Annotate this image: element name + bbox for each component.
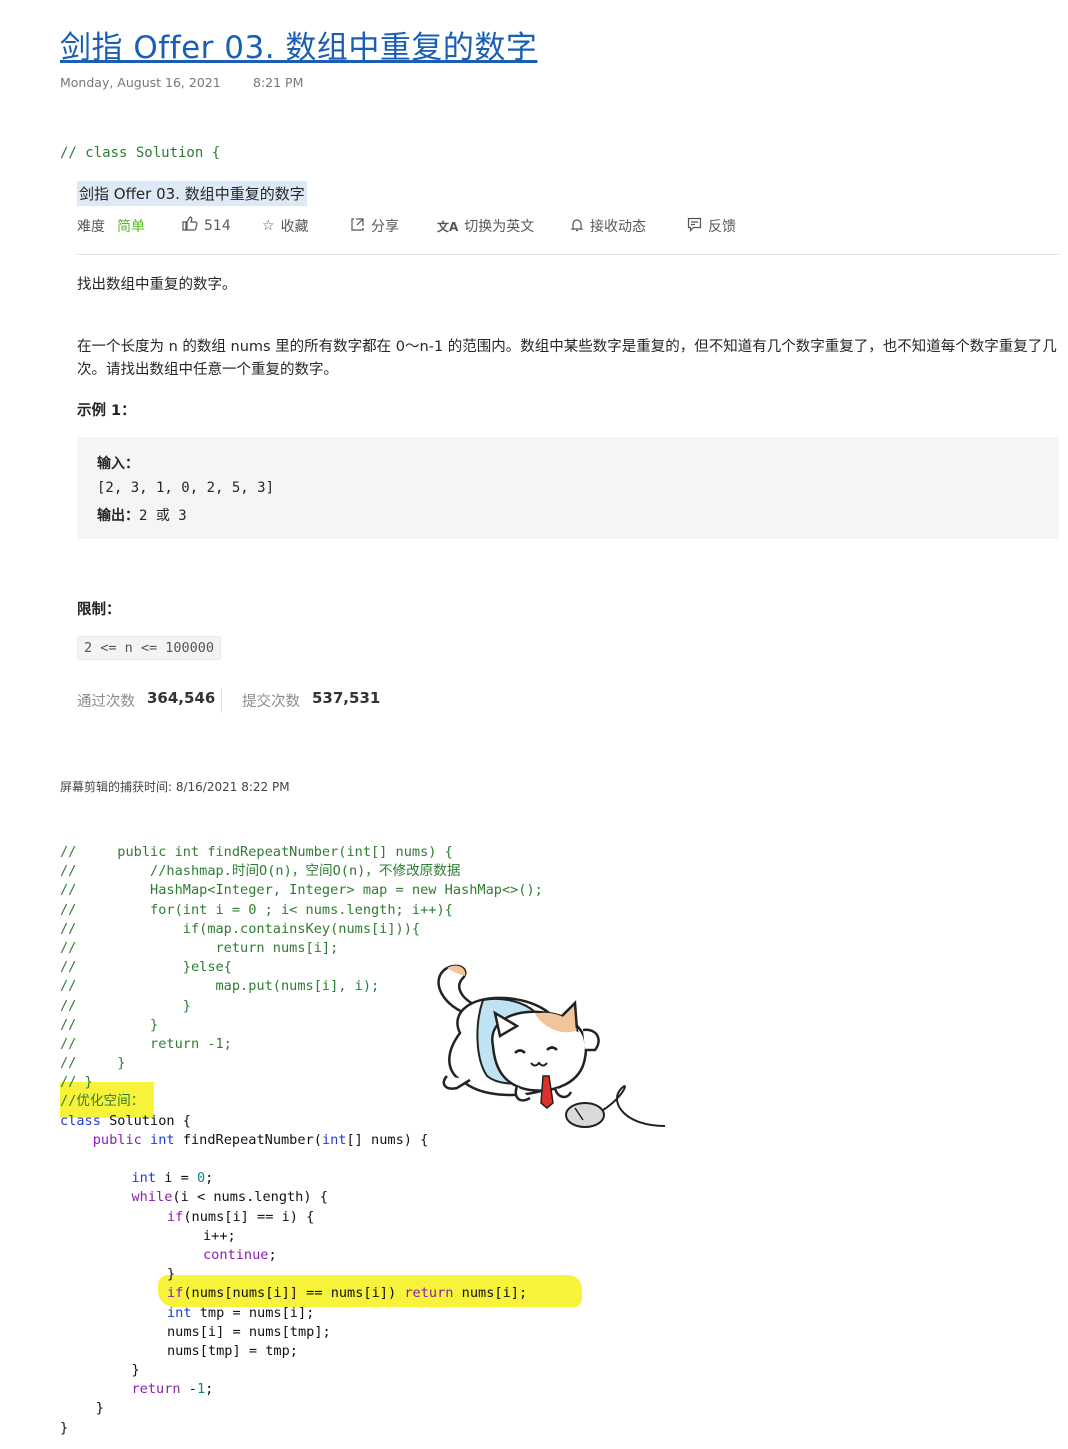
feedback-label: 反馈 xyxy=(708,219,736,235)
code-line: i++; xyxy=(203,1227,236,1244)
submissions-value: 537,531 xyxy=(312,689,381,707)
star-icon: ☆ xyxy=(262,218,275,234)
code-line: // for(int i = 0 ; i< nums.length; i++){ xyxy=(60,901,453,918)
example-input-value: [2, 3, 1, 0, 2, 5, 3] xyxy=(97,480,275,496)
code-token: ; xyxy=(205,1381,214,1398)
code-line: // return nums[i]; xyxy=(60,939,339,956)
notify-label: 接收动态 xyxy=(590,219,646,235)
code-token: if xyxy=(167,1208,184,1225)
code-token: tmp = nums[i]; xyxy=(191,1304,315,1321)
accepted-label: 通过次数 xyxy=(77,694,135,710)
code-token: [] nums) { xyxy=(346,1131,429,1148)
code-token: int xyxy=(141,1131,175,1148)
difficulty-value: 简单 xyxy=(117,219,145,235)
cat-sticker-illustration xyxy=(425,958,670,1137)
code-token: int xyxy=(131,1170,157,1187)
code-token: findRepeatNumber( xyxy=(174,1131,322,1148)
code-comment-line: // class Solution { xyxy=(60,145,221,161)
code-line: // if(map.containsKey(nums[i])){ xyxy=(60,920,421,937)
code-token: (i < nums.length) { xyxy=(172,1189,328,1206)
code-line: } xyxy=(60,1419,69,1436)
translate-icon: 文A xyxy=(437,219,459,234)
feedback-button[interactable]: 反馈 xyxy=(687,216,736,236)
code-token: 0 xyxy=(196,1170,206,1187)
problem-description-intro: 找出数组中重复的数字。 xyxy=(77,277,237,293)
page-date: Monday, August 16, 2021 xyxy=(60,75,221,90)
share-icon xyxy=(350,217,365,236)
example-output: 输出：2 或 3 xyxy=(97,505,187,525)
switch-language-button[interactable]: 文A 切换为英文 xyxy=(437,216,534,236)
code-line: if(nums[nums[i]] == nums[i]) return nums… xyxy=(60,1284,543,1303)
code-token: Solution { xyxy=(100,1112,191,1129)
code-token: 1 xyxy=(196,1381,206,1398)
problem-title: 剑指 Offer 03. 数组中重复的数字 xyxy=(77,181,307,206)
share-button[interactable]: 分享 xyxy=(350,216,399,236)
collect-label: 收藏 xyxy=(280,219,309,235)
code-token: if xyxy=(167,1285,184,1302)
code-token: int xyxy=(167,1304,192,1321)
code-block: // public int findRepeatNumber(int[] num… xyxy=(60,843,543,1438)
divider xyxy=(77,254,1059,255)
switch-language-label: 切换为英文 xyxy=(464,219,535,235)
code-line: } xyxy=(131,1362,140,1379)
example-output-label: 输出： xyxy=(97,508,139,524)
code-line: // //hashmap.时间O(n)，空间O(n)，不修改原数据 xyxy=(60,863,461,880)
code-token: i = xyxy=(156,1170,197,1187)
code-line: while(i < nums.length) { xyxy=(60,1188,543,1207)
difficulty-label: 难度 xyxy=(77,219,105,235)
like-count: 514 xyxy=(204,217,231,234)
example-heading: 示例 1： xyxy=(77,403,136,419)
code-token: ; xyxy=(205,1170,214,1187)
code-token: int xyxy=(321,1131,347,1148)
code-line: int i = 0; xyxy=(60,1169,543,1188)
code-token: return xyxy=(131,1381,181,1398)
page-time: 8:21 PM xyxy=(253,75,304,90)
code-line: // HashMap<Integer, Integer> map = new H… xyxy=(60,882,543,899)
example-input-label: 输入： xyxy=(97,456,139,472)
code-line: nums[i] = nums[tmp]; xyxy=(167,1323,331,1340)
code-line: return -1; xyxy=(60,1380,543,1399)
code-line: nums[tmp] = tmp; xyxy=(167,1342,298,1359)
notify-button[interactable]: 接收动态 xyxy=(570,216,646,236)
thumbs-up-icon xyxy=(182,216,198,235)
limit-code: 2 <= n <= 100000 xyxy=(77,636,222,660)
code-line: } xyxy=(95,1400,104,1417)
limit-heading: 限制： xyxy=(77,602,121,618)
code-line: continue; xyxy=(60,1246,543,1265)
code-token: (nums[nums[i]] == nums[i]) xyxy=(183,1285,405,1302)
like-button[interactable]: 514 xyxy=(182,216,231,235)
code-token: - xyxy=(180,1381,197,1398)
accepted-value: 364,546 xyxy=(147,689,216,707)
capture-note: 屏幕剪辑的捕获时间: 8/16/2021 8:22 PM xyxy=(60,780,290,794)
code-line: int tmp = nums[i]; xyxy=(60,1304,543,1323)
code-line: // public int findRepeatNumber(int[] num… xyxy=(60,844,453,860)
code-token: return xyxy=(404,1285,454,1302)
submissions-label: 提交次数 xyxy=(242,694,300,710)
code-line: } xyxy=(167,1266,176,1283)
page-title[interactable]: 剑指 Offer 03. 数组中重复的数字 xyxy=(60,22,537,67)
code-token: continue xyxy=(203,1246,269,1263)
collect-button[interactable]: ☆ 收藏 xyxy=(262,216,309,236)
code-token: public xyxy=(92,1131,142,1148)
difficulty-meta: 难度 简单 xyxy=(77,216,145,236)
code-token: class xyxy=(60,1112,101,1129)
code-token: (nums[i] == i) { xyxy=(183,1208,315,1225)
code-line: if(nums[i] == i) { xyxy=(60,1208,543,1227)
feedback-icon xyxy=(687,217,702,236)
example-output-value: 2 或 3 xyxy=(139,508,187,524)
code-token: while xyxy=(131,1189,173,1206)
example-box: 输入： [2, 3, 1, 0, 2, 5, 3] 输出：2 或 3 xyxy=(77,437,1059,539)
bell-icon xyxy=(570,217,584,236)
stats-separator xyxy=(221,688,222,713)
share-label: 分享 xyxy=(371,219,399,235)
problem-description: 在一个长度为 n 的数组 nums 里的所有数字都在 0～n-1 的范围内。数组… xyxy=(77,339,1057,378)
code-token: ; xyxy=(268,1246,277,1263)
code-token: nums[i]; xyxy=(453,1285,528,1302)
